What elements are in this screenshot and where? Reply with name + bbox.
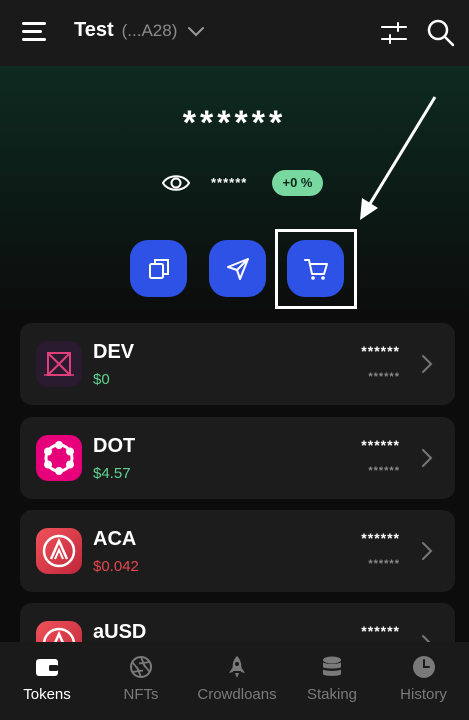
nav-staking[interactable]: Staking bbox=[286, 642, 378, 720]
acala-logo bbox=[36, 528, 82, 574]
send-button[interactable] bbox=[209, 240, 266, 297]
chevron-right-icon bbox=[422, 449, 433, 467]
top-bar: Test (...A28) bbox=[0, 0, 469, 66]
token-row-dev[interactable]: DEV $0 ****** ****** bbox=[20, 323, 455, 405]
token-value: $4.57 bbox=[93, 465, 131, 482]
clock-icon bbox=[412, 656, 435, 678]
receive-button[interactable] bbox=[130, 240, 187, 297]
database-icon bbox=[323, 656, 341, 676]
token-balance-sub: ****** bbox=[368, 465, 400, 477]
token-balance-sub: ****** bbox=[368, 558, 400, 570]
search-icon[interactable] bbox=[426, 18, 456, 48]
nav-crowdloans[interactable]: Crowdloans bbox=[188, 642, 286, 720]
chevron-down-icon bbox=[188, 26, 205, 36]
eye-icon[interactable] bbox=[161, 170, 191, 196]
token-balance: ****** bbox=[361, 343, 400, 359]
sliders-icon[interactable] bbox=[379, 18, 409, 48]
nav-nfts[interactable]: NFTs bbox=[94, 642, 188, 720]
token-balance: ****** bbox=[361, 437, 400, 453]
polkadot-logo bbox=[36, 435, 82, 481]
token-row-aca[interactable]: ACA $0.042 ****** ****** bbox=[20, 510, 455, 592]
nav-label: History bbox=[400, 686, 447, 703]
account-selector[interactable]: Test (...A28) bbox=[74, 19, 205, 42]
token-value: $0.042 bbox=[93, 558, 139, 575]
sub-balance: ****** bbox=[211, 175, 248, 190]
account-address: (...A28) bbox=[121, 20, 178, 40]
nav-label: Crowdloans bbox=[197, 686, 277, 703]
pointer-arrow-icon bbox=[360, 96, 437, 220]
change-badge: +0 % bbox=[272, 170, 323, 196]
account-name: Test bbox=[74, 19, 114, 41]
nav-history[interactable]: History bbox=[378, 642, 469, 720]
chevron-right-icon bbox=[422, 355, 433, 373]
copy-icon bbox=[148, 258, 169, 279]
chevron-right-icon bbox=[422, 542, 433, 560]
token-symbol: aUSD bbox=[93, 621, 147, 643]
nav-label: Tokens bbox=[23, 686, 71, 703]
bottom-nav: Tokens NFTs Crowdloans Staking History bbox=[0, 642, 469, 720]
token-symbol: ACA bbox=[93, 528, 137, 550]
nav-label: NFTs bbox=[123, 686, 159, 703]
token-balance: ****** bbox=[361, 530, 400, 546]
wallet-icon bbox=[36, 659, 58, 676]
aperture-icon bbox=[130, 656, 152, 678]
send-icon bbox=[226, 257, 249, 280]
nav-label: Staking bbox=[306, 686, 358, 703]
highlight-box bbox=[275, 229, 357, 309]
token-symbol: DOT bbox=[93, 435, 136, 457]
token-balance: ****** bbox=[361, 623, 400, 639]
menu-icon[interactable] bbox=[22, 22, 46, 42]
token-symbol: DEV bbox=[93, 341, 135, 363]
nav-tokens[interactable]: Tokens bbox=[0, 642, 94, 720]
token-balance-sub: ****** bbox=[368, 371, 400, 383]
token-row-dot[interactable]: DOT $4.57 ****** ****** bbox=[20, 417, 455, 499]
token-value: $0 bbox=[93, 371, 110, 388]
rocket-icon bbox=[229, 656, 245, 678]
dev-logo bbox=[36, 341, 82, 387]
